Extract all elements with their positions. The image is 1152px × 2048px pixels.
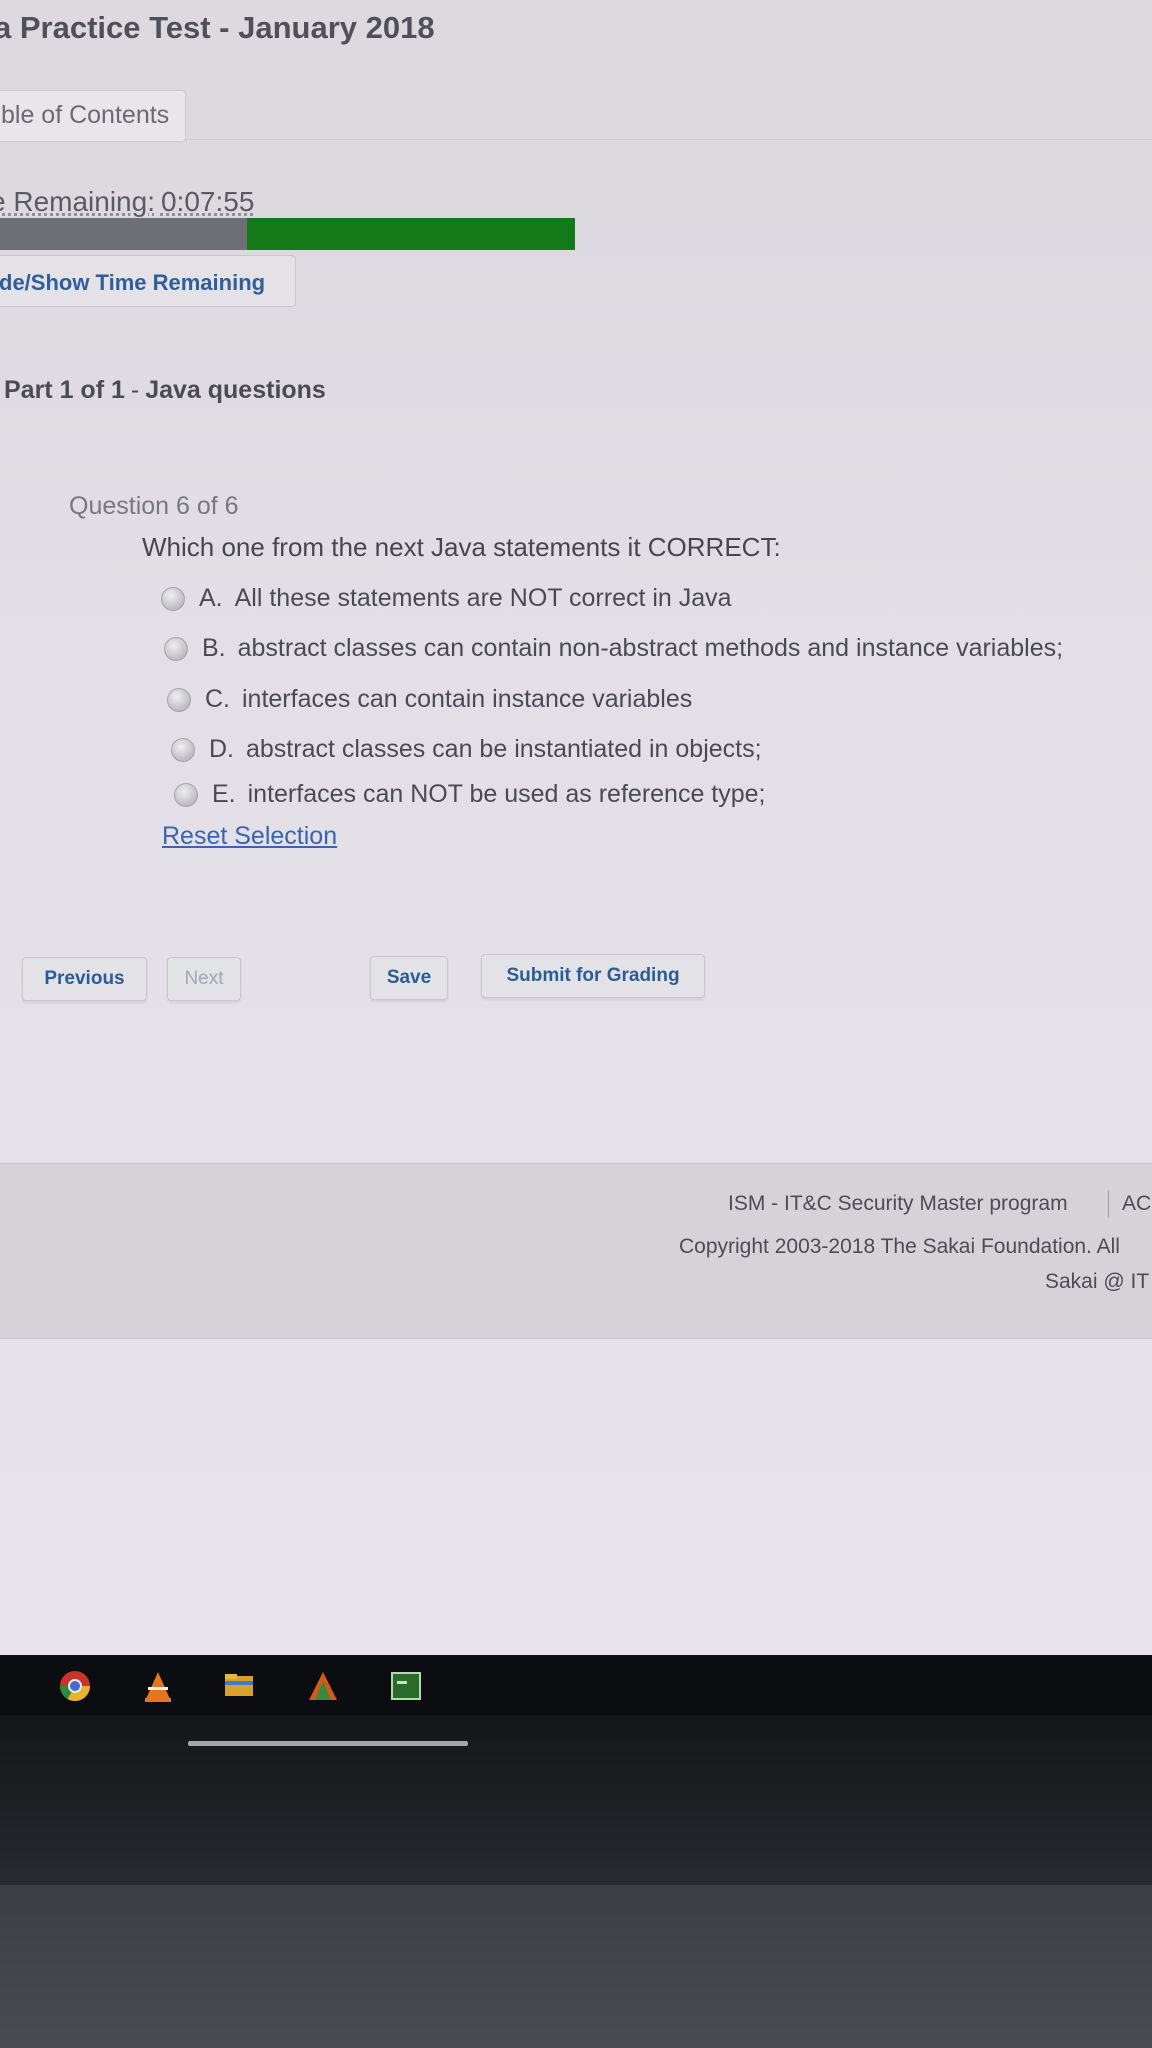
option-text: interfaces can NOT be used as reference … (247, 780, 766, 808)
footer-copyright: Copyright 2003-2018 The Sakai Foundation… (679, 1235, 1120, 1258)
time-progress-elapsed (0, 218, 248, 250)
desk-surface (0, 1885, 1152, 2048)
bezel-reflection (188, 1741, 468, 1746)
page-title: a Practice Test - January 2018 (0, 10, 435, 45)
option-letter: C. (205, 685, 230, 713)
submit-for-grading-button[interactable]: Submit for Grading (481, 954, 705, 998)
option-letter: B. (202, 634, 226, 662)
option-text: abstract classes can be instantiated in … (246, 735, 762, 763)
time-remaining: e Remaining: 0:07:55 (0, 186, 254, 218)
answer-option-e[interactable]: E. interfaces can NOT be used as referen… (174, 780, 766, 809)
option-text: interfaces can contain instance variable… (242, 685, 693, 713)
folder-icon[interactable] (222, 1669, 256, 1703)
answer-option-a[interactable]: A. All these statements are NOT correct … (161, 584, 732, 613)
chrome-icon[interactable] (58, 1669, 92, 1703)
app-icon[interactable] (306, 1669, 340, 1703)
vlc-icon[interactable] (141, 1669, 175, 1703)
radio-button-b[interactable] (164, 636, 188, 661)
footer-next-link[interactable]: AC (1122, 1192, 1151, 1216)
part-heading: Part 1 of 1- Java questions (4, 376, 326, 405)
part-label: Part 1 of 1 (4, 376, 125, 404)
reset-selection-link[interactable]: Reset Selection (162, 822, 337, 851)
option-letter: E. (212, 780, 236, 808)
question-count: Question 6 of 6 (69, 492, 239, 520)
table-of-contents-button[interactable]: ble of Contents (0, 90, 186, 142)
option-letter: D. (209, 735, 234, 763)
answer-option-d[interactable]: D. abstract classes can be instantiated … (171, 735, 762, 764)
question-text: Which one from the next Java statements … (142, 532, 781, 562)
save-button[interactable]: Save (370, 956, 448, 1000)
option-text: All these statements are NOT correct in … (234, 584, 732, 612)
footer-divider (1108, 1190, 1109, 1218)
part-separator: - (130, 376, 140, 404)
answer-option-b[interactable]: B. abstract classes can contain non-abst… (164, 634, 1063, 663)
browser-viewport: a Practice Test - January 2018 ble of Co… (0, 0, 1152, 1655)
option-letter: A. (199, 584, 223, 612)
time-remaining-value: 0:07:55 (160, 186, 255, 217)
part-name: Java questions (145, 376, 326, 404)
time-progress-bar (0, 218, 575, 250)
answer-option-c[interactable]: C. interfaces can contain instance varia… (167, 685, 692, 714)
previous-button[interactable]: Previous (22, 957, 147, 1001)
time-remaining-label: e Remaining: (0, 186, 155, 217)
radio-button-d[interactable] (171, 737, 195, 762)
radio-button-a[interactable] (161, 586, 185, 611)
terminal-icon[interactable] (389, 1669, 423, 1703)
radio-button-c[interactable] (167, 687, 191, 712)
footer-site: Sakai @ IT (1045, 1270, 1150, 1293)
next-button: Next (167, 957, 241, 1001)
hide-show-time-button[interactable]: de/Show Time Remaining (0, 255, 296, 307)
option-text: abstract classes can contain non-abstrac… (237, 634, 1064, 662)
radio-button-e[interactable] (174, 782, 198, 807)
monitor-bezel (0, 1715, 1152, 1885)
footer-program-link[interactable]: ISM - IT&C Security Master program (728, 1192, 1068, 1216)
